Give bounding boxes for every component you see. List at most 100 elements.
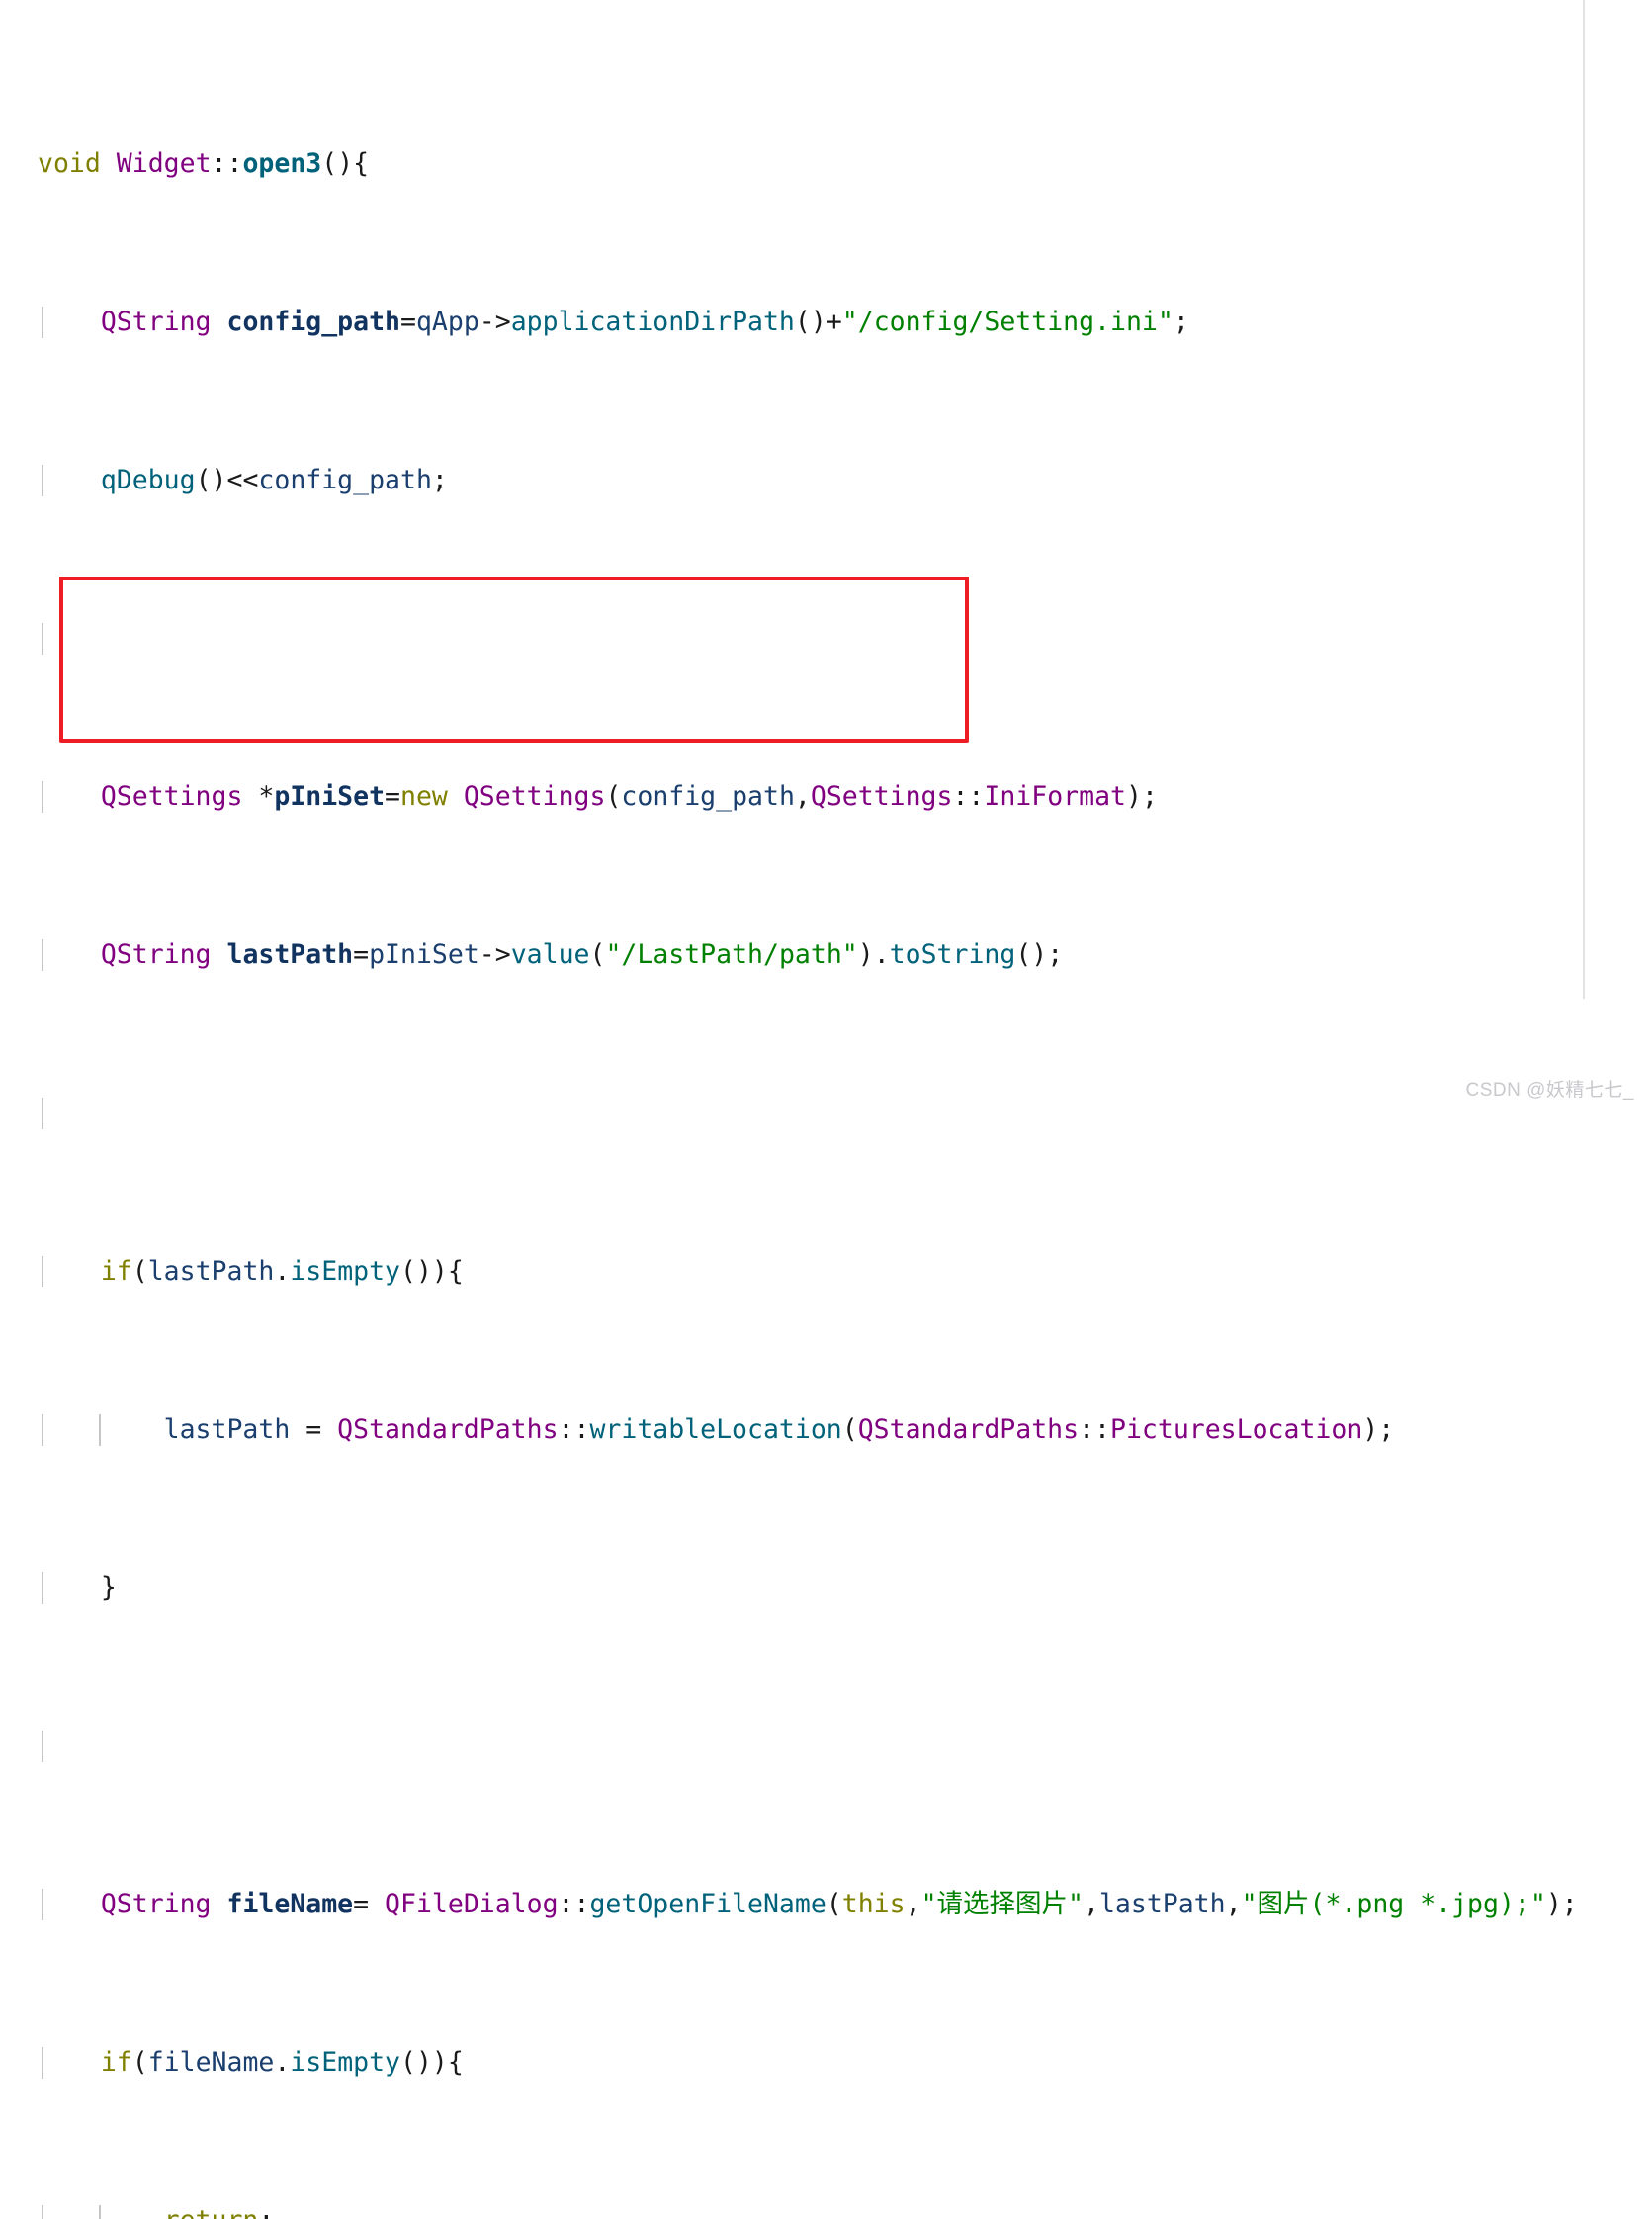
token-string-select-image: "请选择图片" (920, 1889, 1084, 1919)
token-function-open3: open3 (242, 148, 322, 179)
code-line-12: QString fileName= QFileDialog::getOpenFi… (0, 1889, 1582, 1920)
token-semicolon: ; (258, 2205, 274, 2219)
token-var-lastpath: lastPath (163, 1414, 291, 1445)
token-keyword-new: new (400, 781, 448, 812)
token-type-qfiledialog: QFileDialog (385, 1889, 559, 1919)
token-paren-close: ); (1125, 781, 1158, 812)
token-comma-3: , (1225, 1889, 1242, 1919)
token-scope-op: :: (558, 1414, 590, 1445)
code-line-2: QString config_path=qApp->applicationDir… (0, 307, 1582, 338)
token-tail: (){ (321, 148, 370, 179)
token-paren-open: ( (589, 939, 606, 970)
token-paren-open: ( (841, 1414, 858, 1445)
token-comma: , (905, 1889, 921, 1919)
code-editor-surface: void Widget::open3(){ QString config_pat… (0, 0, 1652, 2219)
token-var-config-path: config_path (258, 465, 432, 495)
token-semicolon: ; (1173, 307, 1189, 337)
token-keyword-return: return (164, 2205, 259, 2219)
token-tail: ()){ (400, 1256, 464, 1287)
token-star: * (242, 781, 275, 812)
token-fn-applicationdirpath: applicationDirPath (510, 307, 795, 337)
code-line-9: lastPath = QStandardPaths::writableLocat… (0, 1414, 1582, 1446)
code-line-1: void Widget::open3(){ (0, 148, 1582, 180)
code-line-10: } (0, 1572, 1582, 1604)
token-paren-close: ); (1545, 1889, 1578, 1919)
token-fn-getopenfilename: getOpenFileName (589, 1889, 826, 1919)
right-margin-guide (1583, 0, 1585, 999)
token-scope-op: :: (952, 781, 985, 812)
token-type-qsettings-3: QSettings (810, 781, 953, 812)
token-keyword-void: void (38, 148, 101, 179)
token-type-qsettings-2: QSettings (463, 781, 606, 812)
token-keyword-if: if (100, 2047, 132, 2078)
token-string-config-path: "/config/Setting.ini" (841, 307, 1174, 337)
token-fn-isempty: isEmpty (290, 2047, 401, 2078)
token-assign: = (353, 1889, 386, 1919)
token-assign: = (385, 781, 400, 812)
token-type-qstring: QString (100, 307, 212, 337)
code-line-8: if(lastPath.isEmpty()){ (0, 1256, 1582, 1287)
code-block[interactable]: void Widget::open3(){ QString config_pat… (0, 22, 1582, 2219)
token-assign: = (399, 307, 416, 337)
token-qapp: qApp (415, 307, 479, 337)
token-var-lastpath: lastPath (1098, 1889, 1226, 1919)
token-var-lastpath: lastPath (147, 1256, 275, 1287)
token-plus: + (826, 307, 842, 337)
token-paren-close: ); (1362, 1414, 1395, 1445)
token-enum-pictureslocation: PicturesLocation (1110, 1414, 1363, 1445)
token-string-lastpath: "/LastPath/path" (605, 939, 858, 970)
token-dot: . (274, 2047, 291, 2078)
code-line-7-blank (0, 1098, 1582, 1129)
token-comma-2: , (1083, 1889, 1099, 1919)
token-type-qstandardpaths: QStandardPaths (337, 1414, 559, 1445)
token-parens: () (195, 465, 227, 495)
token-scope-op: :: (558, 1889, 590, 1919)
token-assign: = (290, 1414, 338, 1445)
code-line-6: QString lastPath=pIniSet->value("/LastPa… (0, 939, 1582, 971)
token-tail: ()){ (400, 2047, 464, 2078)
token-type-qstring: QString (100, 939, 212, 970)
code-line-14: return; (0, 2205, 1582, 2219)
token-var-config-path: config_path (226, 307, 400, 337)
token-tail: (); (1015, 939, 1064, 970)
token-enum-iniformat: IniFormat (984, 781, 1126, 812)
token-dot: . (274, 1256, 291, 1287)
csdn-watermark: CSDN @妖精七七_ (1465, 1080, 1634, 1101)
token-type-qstandardpaths-2: QStandardPaths (857, 1414, 1080, 1445)
token-type-qsettings: QSettings (100, 781, 243, 812)
token-type-widget: Widget (116, 148, 212, 179)
code-line-11-blank (0, 1731, 1582, 1762)
token-fn-value: value (510, 939, 590, 970)
token-type-qstring: QString (100, 1889, 212, 1919)
token-paren-open: ( (131, 1256, 148, 1287)
token-scope-op: :: (211, 148, 243, 179)
token-string-image-filter: "图片(*.png *.jpg);" (1241, 1889, 1546, 1919)
code-line-13: if(fileName.isEmpty()){ (0, 2047, 1582, 2079)
code-line-4-blank (0, 623, 1582, 655)
token-var-filename: fileName (147, 2047, 275, 2078)
token-var-lastpath: lastPath (226, 939, 354, 970)
token-semicolon: ; (431, 465, 448, 495)
token-var-pIniSet: pIniSet (369, 939, 479, 970)
token-paren-close: ) (857, 939, 874, 970)
token-assign: = (353, 939, 370, 970)
token-var-pIniSet: pIniSet (274, 781, 386, 812)
token-arrow: -> (478, 939, 511, 970)
token-paren-open: ( (131, 2047, 148, 2078)
token-fn-isempty: isEmpty (290, 1256, 401, 1287)
token-scope-op-2: :: (1079, 1414, 1110, 1445)
token-shift-op: << (226, 465, 259, 495)
token-fn-qdebug: qDebug (100, 465, 196, 495)
token-fn-tostring: toString (889, 939, 1016, 970)
token-dot: . (873, 939, 890, 970)
token-paren-open: ( (826, 1889, 842, 1919)
token-parens: () (794, 307, 826, 337)
token-keyword-this: this (841, 1889, 906, 1919)
token-arrow: -> (478, 307, 511, 337)
token-var-config-path: config_path (621, 781, 795, 812)
